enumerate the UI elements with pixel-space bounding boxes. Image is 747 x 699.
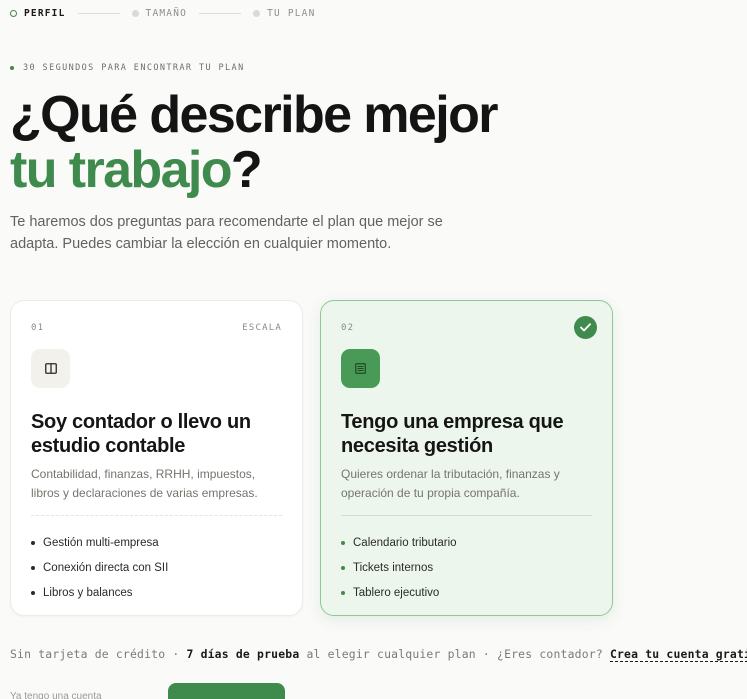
feature-item: Gestión multi-empresa [31,530,282,555]
feature-label: Calendario tributario [353,536,457,549]
bullet-icon [341,590,345,595]
building-icon [341,349,380,388]
page-subtitle: Te haremos dos preguntas para recomendar… [10,214,443,252]
create-account-link[interactable]: Crea tu cuenta gratis [609,647,747,662]
card-title: Soy contador o llevo un estudio contable [31,411,251,457]
continue-button[interactable] [168,683,285,699]
eyebrow-text: 30 SEGUNDOS PARA ENCONTRAR TU PLAN [23,63,245,73]
step-dot-icon [131,10,139,17]
step-tamano[interactable]: TAMAÑO [131,8,188,19]
card-number: 01 [31,323,45,333]
card-divider [341,515,592,516]
bullet-icon [341,565,345,570]
title-end: ? [230,141,263,199]
feature-label: Conexión directa con SII [43,561,169,574]
step-perfil[interactable]: PERFIL [10,8,66,19]
card-description: Quieres ordenar la tributación, finanzas… [341,467,560,500]
card-header: 01 ESCALA [31,321,282,335]
step-label: TU PLAN [267,8,316,19]
trial-highlight: 7 días de prueba [186,647,300,661]
page-title: ¿Qué describe mejor tu trabajo? [10,86,498,199]
option-card-contador[interactable]: 01 ESCALA Soy contador o llevo un estudi… [10,300,303,616]
login-link[interactable]: Ya tengo una cuenta [10,691,102,699]
step-dot-icon [253,10,261,17]
eyebrow: 30 SEGUNDOS PARA ENCONTRAR TU PLAN [10,63,245,73]
footer-text-2: al elegir cualquier plan · ¿Eres contado… [299,647,610,661]
selected-check-icon [574,316,597,339]
footer-text-1: Sin tarjeta de crédito · [10,647,187,661]
step-tu-plan[interactable]: TU PLAN [253,8,315,19]
bullet-icon [31,540,35,545]
footer-note: Sin tarjeta de crédito · 7 días de prueb… [10,647,747,662]
card-description: Contabilidad, finanzas, RRHH, impuestos,… [31,467,258,500]
card-tag: ESCALA [242,323,282,333]
columns-icon [31,349,70,388]
feature-label: Tickets internos [353,561,434,574]
eyebrow-dot-icon [10,66,14,70]
title-accent: tu trabajo [10,141,233,199]
step-label: PERFIL [24,8,66,19]
feature-item: Tickets internos [341,555,592,580]
bullet-icon [341,540,345,545]
step-connector [77,13,120,14]
feature-list: Calendario tributario Tickets internos T… [341,530,592,605]
feature-label: Tablero ejecutivo [353,586,440,599]
feature-item: Calendario tributario [341,530,592,555]
feature-item: Tablero ejecutivo [341,580,592,605]
card-divider [31,515,282,516]
option-card-empresa[interactable]: 02 Tengo una empresa que necesita gestió… [320,300,613,616]
step-label: TAMAÑO [145,8,188,19]
feature-item: Libros y balances [31,580,282,605]
progress-stepper: PERFIL TAMAÑO TU PLAN [10,8,316,19]
step-active-dot-icon [10,10,17,17]
card-number: 02 [341,323,355,333]
card-title: Tengo una empresa que necesita gestión [341,411,564,457]
title-line-1: ¿Qué describe mejor [10,86,498,144]
feature-label: Gestión multi-empresa [43,536,159,549]
feature-label: Libros y balances [43,586,133,599]
card-header: 02 [341,321,592,335]
feature-list: Gestión multi-empresa Conexión directa c… [31,530,282,605]
step-connector [199,13,242,14]
bullet-icon [31,590,35,595]
feature-item: Conexión directa con SII [31,555,282,580]
bullet-icon [31,565,35,570]
